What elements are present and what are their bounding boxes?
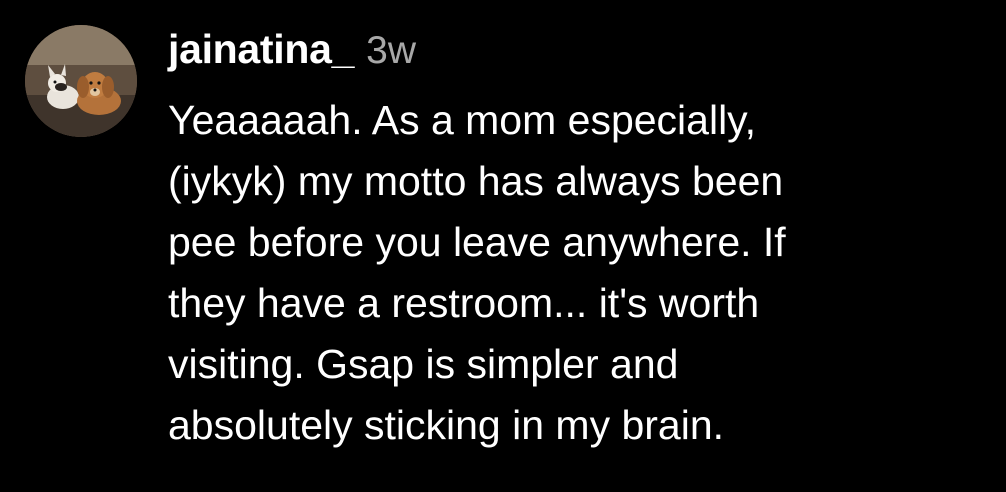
comment-text-line: (iykyk) my motto has always been [168, 158, 784, 204]
comment-text-line: Yeaaaaah. As a mom especially, [168, 97, 757, 143]
username[interactable]: jainatina_ [168, 26, 354, 73]
comment-text-line: pee before you leave anywhere. If [168, 219, 786, 265]
timestamp: 3w [366, 29, 416, 72]
comment: jainatina_ 3w Yeaaaaah. As a mom especia… [0, 0, 1006, 492]
comment-content: jainatina_ 3w Yeaaaaah. As a mom especia… [168, 26, 988, 456]
comment-text-line: visiting. Gsap is simpler and [168, 341, 679, 387]
avatar-dogs-image [25, 25, 137, 137]
comment-text-line: absolutely sticking in my brain. [168, 402, 725, 448]
avatar[interactable] [25, 25, 137, 137]
comment-text-line: they have a restroom... it's worth [168, 280, 760, 326]
comment-text: Yeaaaaah. As a mom especially, (iykyk) m… [168, 90, 988, 456]
comment-header: jainatina_ 3w [168, 26, 988, 90]
